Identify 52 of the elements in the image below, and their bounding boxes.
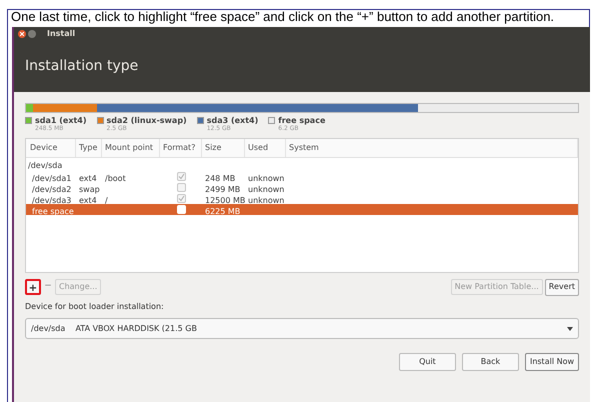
legend-label: free space — [278, 116, 326, 125]
used-cell: unknown — [248, 174, 284, 182]
dialog-button[interactable]: Quit — [398, 353, 456, 371]
column-header[interactable]: Type — [76, 139, 102, 157]
table-row[interactable]: /dev/sda2 swap 2499 MB unknown — [26, 182, 578, 193]
column-header[interactable]: Used — [245, 139, 286, 157]
close-icon — [20, 32, 24, 36]
bootloader-dropdown[interactable]: /dev/sda ATA VBOX HARDDISK (21.5 GB — [25, 318, 579, 339]
device-cell: /dev/sda3 — [32, 196, 72, 204]
size-cell: 248 MB — [205, 174, 236, 182]
column-header[interactable]: Mount point — [102, 139, 160, 157]
legend-label: sda3 (ext4) — [206, 116, 258, 125]
column-header[interactable]: Size — [202, 139, 245, 157]
table-row[interactable]: free space 6225 MB — [26, 204, 578, 215]
type-cell: swap — [79, 184, 100, 194]
legend-label: sda2 (linux-swap) — [106, 116, 187, 125]
device-cell-text: /dev/sda — [27, 160, 62, 171]
format-checkbox[interactable] — [176, 172, 186, 181]
column-header[interactable]: Format? — [160, 139, 202, 157]
table-row[interactable]: /dev/sda — [26, 160, 578, 171]
check-icon — [178, 173, 184, 180]
device-cell: /dev/sda2 — [32, 184, 72, 194]
legend-label: sda1 (ext4) — [35, 116, 87, 125]
mount-cell: /boot — [105, 174, 126, 182]
device-cell: free space — [32, 206, 74, 216]
type-cell: ext4 — [79, 196, 97, 204]
page-heading: Installation type — [25, 56, 138, 76]
used-cell: unknown — [248, 184, 284, 194]
size-cell: 12500 MB — [205, 196, 246, 204]
size-cell: 2499 MB — [205, 184, 240, 194]
bootloader-label: Device for boot loader installation: — [25, 301, 165, 313]
instruction-text: One last time, click to highlight “free space” and click on the “+” button to add another partition. — [11, 9, 556, 24]
size-cell: 6225 MB — [205, 206, 240, 216]
window-title: Install — [47, 28, 76, 40]
dropdown-value: /dev/sda ATA VBOX HARDDISK (21.5 GB — [31, 322, 198, 334]
column-header[interactable]: Device — [26, 139, 76, 157]
dialog-button[interactable]: Install Now — [524, 353, 579, 371]
table-row[interactable]: /dev/sda1 ext4 /boot 248 MB unknown — [26, 171, 578, 182]
dropdown-arrow-icon — [567, 326, 573, 330]
format-checkbox[interactable] — [176, 183, 186, 192]
check-icon — [178, 195, 184, 202]
table-row[interactable]: /dev/sda3 ext4 / 12500 MB unknown — [26, 193, 578, 204]
add-button[interactable]: + — [25, 279, 41, 295]
close-button[interactable] — [18, 30, 26, 38]
mount-cell: / — [105, 196, 108, 204]
used-cell: unknown — [248, 196, 284, 204]
format-checkbox[interactable] — [176, 194, 186, 203]
dialog-button[interactable]: Back — [462, 353, 519, 371]
device-cell: /dev/sda1 — [32, 174, 72, 182]
revert-button[interactable]: Revert — [544, 278, 579, 296]
column-header[interactable]: System — [286, 139, 578, 157]
type-cell: ext4 — [79, 174, 97, 182]
